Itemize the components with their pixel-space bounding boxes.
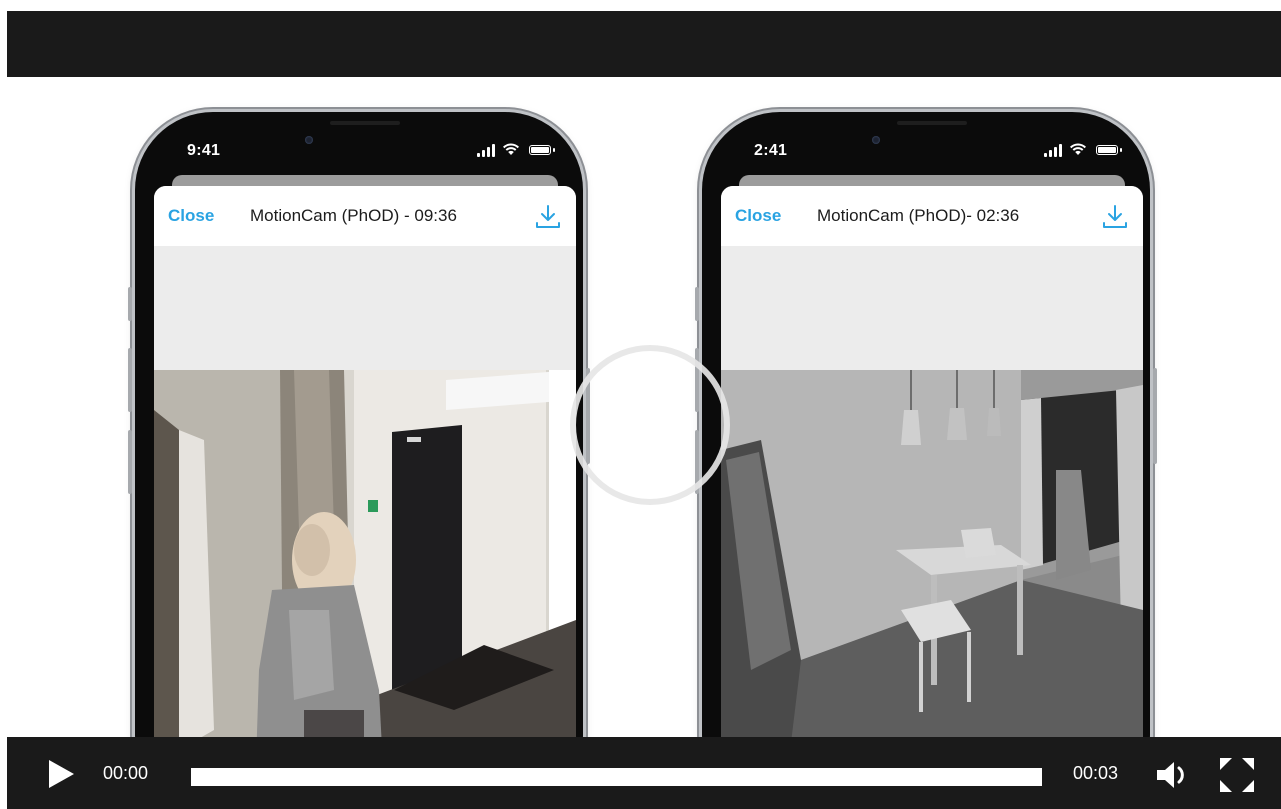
side-button — [128, 287, 132, 321]
top-bar — [7, 11, 1281, 77]
battery-icon — [529, 145, 551, 155]
speaker-grille — [897, 121, 967, 125]
side-button — [695, 287, 699, 321]
close-button[interactable]: Close — [735, 206, 781, 226]
current-time: 00:00 — [103, 763, 149, 783]
clip-title: MotionCam (PhOD) - 09:36 — [250, 206, 457, 225]
status-icons — [1044, 143, 1122, 157]
play-icon[interactable] — [46, 759, 76, 789]
battery-tip — [1120, 148, 1122, 152]
status-bar: 2:41 — [702, 112, 1150, 172]
wifi-icon — [503, 143, 519, 157]
side-button — [128, 430, 132, 494]
fullscreen-icon[interactable] — [1219, 757, 1255, 793]
wifi-icon — [1070, 143, 1086, 157]
status-time: 9:41 — [187, 142, 221, 159]
close-button[interactable]: Close — [168, 206, 214, 226]
download-icon[interactable] — [534, 202, 562, 230]
battery-icon — [1096, 145, 1118, 155]
status-icons — [477, 143, 555, 157]
video-frame-kitchen[interactable] — [721, 370, 1143, 737]
sheet-header: Close MotionCam (PhOD) - 09:36 — [154, 186, 576, 246]
video-controls: 00:00 00:03 — [7, 737, 1281, 809]
front-camera-icon — [872, 136, 880, 144]
status-bar: 9:41 — [135, 112, 583, 172]
sheet-header: Close MotionCam (PhOD)- 02:36 — [721, 186, 1143, 246]
download-icon[interactable] — [1101, 202, 1129, 230]
video-stage[interactable]: 9:41 Close MotionCam (PhOD) - 09:36 2:41… — [7, 77, 1281, 737]
progress-bar[interactable] — [191, 768, 1042, 786]
volume-icon[interactable] — [1155, 759, 1193, 791]
battery-tip — [553, 148, 555, 152]
front-camera-icon — [305, 136, 313, 144]
duration-time: 00:03 — [1073, 763, 1119, 783]
side-button — [1153, 368, 1157, 464]
status-time: 2:41 — [754, 142, 788, 159]
clip-sheet: Close MotionCam (PhOD)- 02:36 — [721, 186, 1143, 737]
phone-left: 9:41 Close MotionCam (PhOD) - 09:36 — [128, 112, 590, 737]
phone-right: 2:41 Close MotionCam (PhOD)- 02:36 — [695, 112, 1157, 737]
video-frame-hallway[interactable] — [154, 370, 576, 737]
clip-sheet: Close MotionCam (PhOD) - 09:36 — [154, 186, 576, 737]
clip-title: MotionCam (PhOD)- 02:36 — [817, 206, 1020, 225]
side-button — [128, 348, 132, 412]
speaker-grille — [330, 121, 400, 125]
loading-spinner — [570, 345, 730, 505]
